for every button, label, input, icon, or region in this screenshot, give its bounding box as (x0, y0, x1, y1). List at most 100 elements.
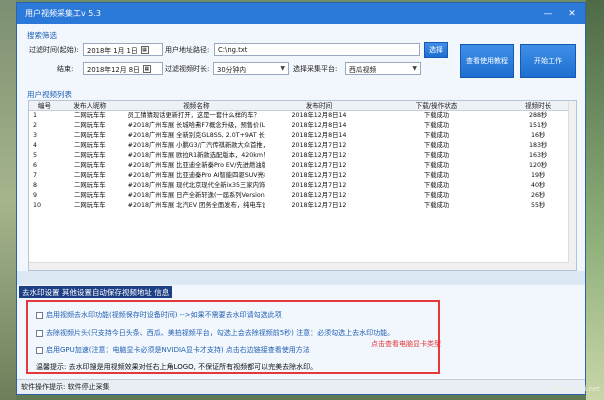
table-cell: 2018年12月7日12 (291, 192, 347, 199)
option-gpu-accel[interactable]: 启用GPU加速(注意：电脑显卡必须是NVIDIA显卡才支持) 点击右边链接查看使… (36, 345, 310, 355)
date-to-value: 2018年12月 8日 (87, 65, 140, 74)
table-cell: #2018广州车展 北汽EV 团务全面发布，纯电车设计SUV新版 (127, 202, 265, 209)
table-cell: 288秒 (528, 112, 548, 119)
platform-select[interactable]: 西瓜视频 ▼ (345, 62, 421, 75)
option-remove-watermark[interactable]: 启用视频去水印功能(视频保存时设备时间) -->如果不需要去水印请勾选此项 (36, 310, 282, 320)
table-header: 编号 发布人昵称 视频名称 发布时间 下载/操作状态 视频时长 (29, 101, 576, 111)
minimize-icon[interactable]: — (537, 3, 559, 24)
table-cell: 40秒 (530, 182, 546, 189)
table-body: 1 二网玩车车 员工猜猜现话更新打开，这是一套什么样的车？ 2018年12月8日14 下… (29, 111, 576, 211)
table-cell: #2018广州车展 欧拉R1新款选配版本，420km！预售10.29... (127, 152, 265, 159)
column-header[interactable]: 发布人昵称 (56, 101, 124, 110)
column-header[interactable]: 视频名称 (124, 101, 265, 110)
column-header[interactable]: 编号 (29, 101, 56, 110)
platform-label: 选择采集平台: (293, 65, 338, 73)
table-cell: 19秒 (530, 172, 546, 179)
user-path-input[interactable]: C:\ng.txt (214, 43, 420, 56)
table-cell: 二网玩车车 (74, 202, 106, 209)
table-cell: 二网玩车车 (74, 112, 106, 119)
table-row[interactable]: 10 二网玩车车 #2018广州车展 北汽EV 团务全面发布，纯电车设计SUV新版 2… (29, 201, 576, 211)
option-remove-intro[interactable]: 去除视频片头(只支持今日头条、西瓜、美拍视频平台，勾选上会去除视频前5秒) 注意… (36, 328, 394, 338)
column-header[interactable]: 视频时长 (500, 101, 576, 110)
table-cell: 二网玩车车 (74, 132, 106, 139)
table-cell: 8 (33, 182, 38, 189)
window-title: 用户视频采集工v 5.3 (25, 9, 101, 18)
status-text: 软件操作提示: 软件停止采集 (21, 383, 110, 391)
vertical-scrollbar[interactable] (568, 101, 576, 270)
platform-value: 西瓜视频 (349, 65, 377, 74)
table-cell: 2018年12月8日14 (291, 112, 347, 119)
table-cell: #2018广州车展 比亚迪全新秦Pro EV/先进燃油版本了Pro... (127, 162, 266, 169)
table-cell: 下载成功 (423, 162, 450, 169)
app-window: 用户视频采集工v 5.3 — ✕ 搜索筛选 过滤时间(起始): 2018年 1月… (16, 2, 586, 395)
table-cell: 1 (33, 112, 38, 119)
date-to-label: 结束: (57, 65, 74, 73)
column-header[interactable]: 下载/操作状态 (373, 101, 501, 110)
option-label: 去除视频片头(只支持今日头条、西瓜、美拍视频平台，勾选上会去除视频前5秒) 注意… (46, 329, 395, 337)
status-bar: 软件操作提示: 软件停止采集 (17, 379, 585, 394)
browse-button[interactable]: 选择 (424, 42, 448, 58)
site-watermark: www.xuzhi.net (548, 385, 600, 393)
filter-duration-value: 30分钟内 (217, 65, 247, 74)
table-cell: 下载成功 (423, 142, 450, 149)
table-row[interactable]: 7 二网玩车车 #2018广州车展 比亚迪秦Pro AI智能四驱SUV亮相广州车展 2… (29, 171, 576, 181)
start-work-button[interactable]: 开始工作 (520, 44, 576, 78)
table-row[interactable]: 2 二网玩车车 #2018广州车展 长城哈弗F7概念升级，预售价(L.52,060.… (29, 121, 576, 131)
horizontal-scrollbar[interactable] (29, 262, 569, 270)
column-header[interactable]: 发布时间 (265, 101, 373, 110)
main-content: 搜索筛选 过滤时间(起始): 2018年 1月 1日 ▦ 结束: 2018年12… (17, 24, 585, 394)
window-controls: — ✕ (537, 3, 585, 24)
table-cell: 120秒 (528, 162, 548, 169)
settings-tabs[interactable]: 去水印设置 其他设置自动保存视频地址 信息 (19, 286, 173, 298)
table-cell: 7 (33, 172, 38, 179)
option-label: 启用GPU加速(注意：电脑显卡必须是NVIDIA显卡才支持) 点击右边链接查看使… (46, 346, 310, 354)
date-from-picker[interactable]: 2018年 1月 1日 ▦ (83, 43, 163, 56)
table-cell: 二网玩车车 (74, 192, 106, 199)
table-cell: 下载成功 (423, 202, 450, 209)
table-cell: 26秒 (530, 192, 546, 199)
table-row[interactable]: 5 二网玩车车 #2018广州车展 欧拉R1新款选配版本，420km！预售10.29… (29, 151, 576, 161)
table-cell: 下载成功 (423, 152, 450, 159)
table-cell: 下载成功 (423, 192, 450, 199)
table-cell: #2018广州车展 长城哈弗F7概念升级，预售价(L.52,060... (127, 122, 266, 129)
table-cell: 4 (33, 142, 38, 149)
table-row[interactable]: 8 二网玩车车 #2018广州车展 现代北京现代全新ix35三家内饰升级！... 20… (29, 181, 576, 191)
table-cell: #2018广州车展 比亚迪秦Pro AI智能四驱SUV亮相广州车展 (127, 172, 265, 179)
help-tutorial-button[interactable]: 查看使用教程 (460, 44, 514, 78)
desktop-background-right (586, 0, 604, 400)
date-to-picker[interactable]: 2018年12月 8日 ▦ (83, 62, 163, 75)
table-cell: 6 (33, 162, 38, 169)
table-cell: 2018年12月7日12 (291, 182, 347, 189)
table-cell: 151秒 (528, 122, 548, 129)
table-cell: 2018年12月7日12 (291, 172, 347, 179)
table-cell: 2018年12月7日12 (291, 202, 347, 209)
table-cell: #2018广州车展 小鹏G3/广汽传祺新款大众首推，将于12月12日 (127, 142, 265, 149)
calendar-icon: ▦ (140, 45, 149, 54)
table-row[interactable]: 4 二网玩车车 #2018广州车展 小鹏G3/广汽传祺新款大众首推，将于12月12日… (29, 141, 576, 151)
table-row[interactable]: 3 二网玩车车 #2018广州车展 全新别克GL8SS, 2.0T+9AT 长安自主… (29, 131, 576, 141)
checkbox[interactable] (36, 346, 43, 354)
table-cell: 10 (33, 202, 42, 209)
table-cell: 3 (33, 132, 38, 139)
table-cell: 9 (33, 192, 38, 199)
table-cell: 二网玩车车 (74, 172, 106, 179)
checkbox[interactable] (36, 329, 43, 337)
checkbox[interactable] (36, 311, 43, 319)
table-cell: 16秒 (530, 132, 546, 139)
table-row[interactable]: 1 二网玩车车 员工猜猜现话更新打开，这是一套什么样的车？ 2018年12月8日14 下… (29, 111, 576, 121)
video-list-section-label: 用户视频列表 (27, 90, 72, 99)
chevron-down-icon: ▼ (412, 65, 417, 72)
filter-duration-select[interactable]: 30分钟内 ▼ (213, 62, 289, 75)
close-icon[interactable]: ✕ (559, 3, 585, 24)
table-cell: 2018年12月7日12 (291, 152, 347, 159)
table-cell: #2018广州车展 全新别克GL8SS, 2.0T+9AT 长安自主标准版 (127, 132, 265, 139)
table-row[interactable]: 9 二网玩车车 #2018广州车展 日产全新轩逸(一届系列Version 2.0版)… (29, 191, 576, 201)
table-cell: 183秒 (528, 142, 548, 149)
table-row[interactable]: 6 二网玩车车 #2018广州车展 比亚迪全新秦Pro EV/先进燃油版本了Pro.… (29, 161, 576, 171)
user-path-value: C:\ng.txt (218, 45, 248, 54)
gpu-check-link[interactable]: 点击查看电脑显卡类型 (371, 339, 441, 349)
settings-panel: 启用视频去水印功能(视频保存时设备时间) -->如果不需要去水印请勾选此项 去除… (26, 300, 440, 374)
desktop-background-left (0, 0, 16, 400)
search-section-label: 搜索筛选 (27, 31, 57, 40)
table-cell: 55秒 (530, 202, 546, 209)
